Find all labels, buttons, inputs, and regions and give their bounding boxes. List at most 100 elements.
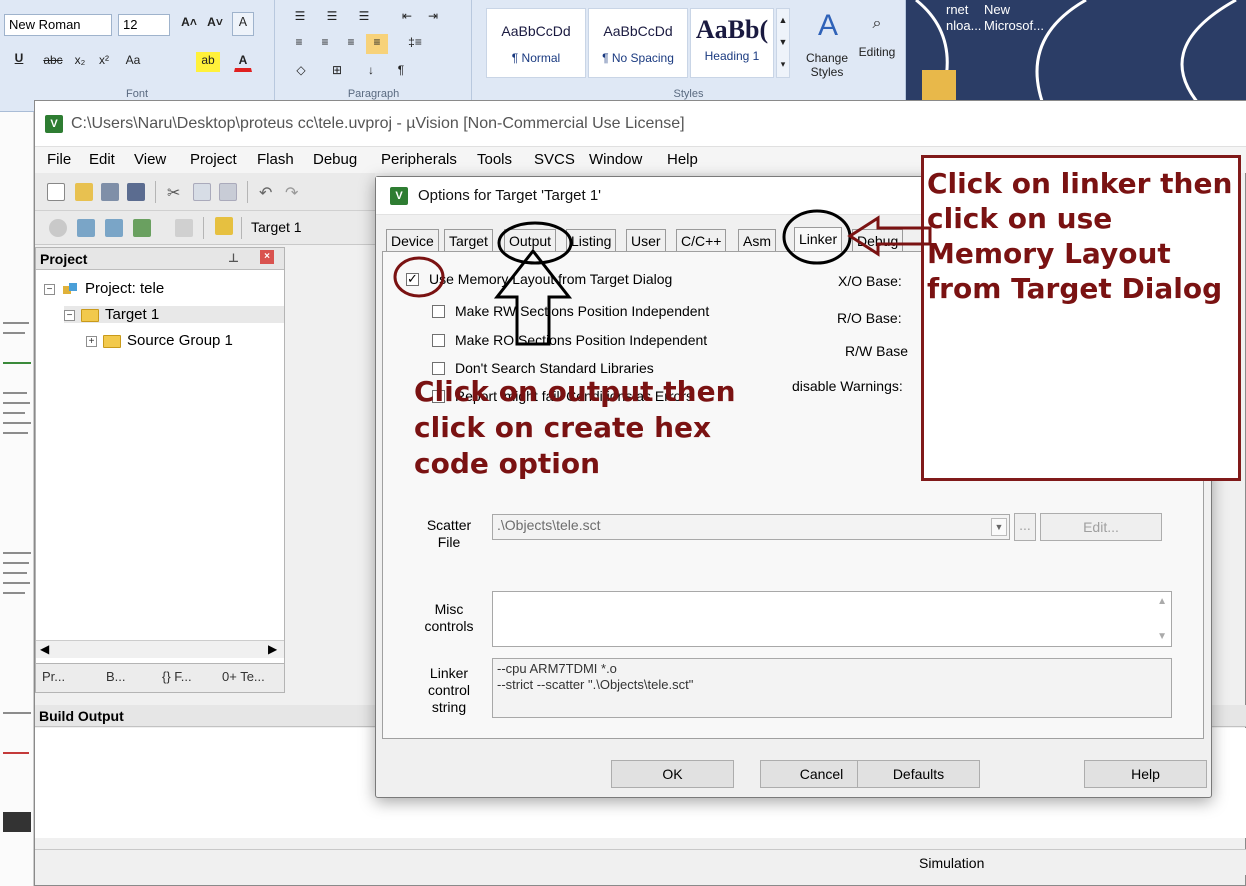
save-all-icon[interactable] [127, 183, 145, 201]
tab-project[interactable]: Pr... [42, 669, 65, 684]
justify-icon[interactable]: ≡ [366, 34, 388, 54]
change-case-icon[interactable]: Aa [120, 52, 146, 72]
rw-position-independent-checkbox[interactable] [432, 305, 445, 318]
tab-user[interactable]: User [626, 229, 666, 251]
menu-view[interactable]: View [134, 151, 166, 168]
menu-window[interactable]: Window [589, 151, 642, 168]
menu-tools[interactable]: Tools [477, 151, 512, 168]
tree-item-target[interactable]: − Target 1 [64, 306, 284, 323]
tab-listing[interactable]: Listing [566, 229, 617, 251]
change-styles-icon[interactable]: A [804, 8, 852, 48]
collapse-icon[interactable]: − [44, 283, 55, 295]
borders-icon[interactable]: ⊞ [322, 62, 352, 82]
font-color-icon[interactable]: A [234, 52, 252, 72]
help-button[interactable]: Help [1084, 760, 1207, 788]
translate-icon[interactable] [49, 219, 67, 237]
browse-scatter-button[interactable]: ... [1014, 513, 1036, 541]
bullets-icon[interactable]: ☰ [288, 8, 312, 28]
ro-position-independent-checkbox[interactable] [432, 334, 445, 347]
tab-c-cpp[interactable]: C/C++ [676, 229, 727, 251]
collapse-icon[interactable]: − [64, 309, 75, 321]
uvision-title-bar[interactable]: V C:\Users\Naru\Desktop\proteus cc\tele.… [35, 101, 1246, 147]
scroll-up-icon[interactable]: ▲ [1157, 596, 1167, 607]
shrink-font-icon[interactable]: A˅ [204, 14, 226, 36]
scroll-left-icon[interactable]: ◀ [40, 642, 49, 656]
menu-debug[interactable]: Debug [313, 151, 357, 168]
change-styles-button[interactable]: Change Styles [794, 50, 860, 84]
undo-icon[interactable]: ↶ [259, 183, 277, 202]
font-name-box[interactable]: New Roman [4, 14, 112, 36]
pin-icon[interactable]: ⊥ [228, 251, 239, 265]
cut-icon[interactable]: ✂ [167, 183, 185, 202]
sort-icon[interactable]: ↓ [360, 62, 382, 82]
menu-peripherals[interactable]: Peripherals [381, 151, 457, 168]
line-spacing-icon[interactable]: ‡≡ [400, 34, 430, 54]
desktop-icon-label[interactable]: rnet nloa... [946, 2, 981, 34]
use-memory-layout-option[interactable]: Use Memory Layout from Target Dialog [406, 271, 672, 287]
desktop-icon-label[interactable]: New Microsof... [984, 2, 1044, 34]
dropdown-arrow-icon[interactable]: ▼ [991, 518, 1007, 536]
edit-scatter-button[interactable]: Edit... [1040, 513, 1162, 541]
clear-format-icon[interactable]: Ａ [232, 12, 254, 36]
highlight-icon[interactable]: ab [196, 52, 220, 72]
multilevel-list-icon[interactable]: ☰ [352, 8, 376, 28]
font-size-box[interactable]: 12 [118, 14, 170, 36]
superscript-icon[interactable]: x² [94, 52, 114, 72]
align-right-icon[interactable]: ≡ [340, 34, 362, 54]
tab-output[interactable]: Output [504, 229, 557, 251]
align-center-icon[interactable]: ≡ [314, 34, 336, 54]
subscript-icon[interactable]: x₂ [70, 52, 90, 72]
open-file-icon[interactable] [75, 183, 93, 201]
menu-file[interactable]: File [47, 151, 71, 168]
ok-button[interactable]: OK [611, 760, 734, 788]
misc-controls-input[interactable]: ▲ ▼ [492, 591, 1172, 647]
tree-item-project[interactable]: − Project: tele [44, 280, 164, 297]
tab-templates[interactable]: 0+ Te... [222, 669, 265, 684]
scroll-right-icon[interactable]: ▶ [268, 642, 277, 656]
menu-svcs[interactable]: SVCS [534, 151, 575, 168]
expand-icon[interactable]: + [86, 335, 97, 347]
save-icon[interactable] [101, 183, 119, 201]
tab-asm[interactable]: Asm [738, 229, 776, 251]
increase-indent-icon[interactable]: ⇥ [422, 8, 444, 28]
tab-debug[interactable]: Debug [852, 229, 904, 251]
rebuild-icon[interactable] [105, 219, 123, 237]
tab-target[interactable]: Target [444, 229, 493, 251]
horizontal-scrollbar[interactable]: ◀ ▶ [36, 640, 284, 658]
editing-button[interactable]: ⌕ Editing [854, 8, 900, 84]
paste-icon[interactable] [219, 183, 237, 201]
underline-icon[interactable]: U [10, 50, 28, 72]
stop-build-icon[interactable] [175, 219, 193, 237]
close-icon[interactable]: × [260, 250, 274, 264]
redo-icon[interactable]: ↷ [285, 183, 303, 202]
target-select[interactable]: Target 1 [251, 219, 302, 235]
download-icon[interactable] [215, 217, 233, 235]
numbering-icon[interactable]: ☰ [320, 8, 344, 28]
show-marks-icon[interactable]: ¶ [390, 62, 412, 82]
scatter-file-input[interactable]: .\Objects\tele.sct ▼ [492, 514, 1010, 540]
tree-item-source-group[interactable]: + Source Group 1 [86, 332, 233, 349]
grow-font-icon[interactable]: A˄ [178, 14, 200, 36]
linker-control-string[interactable]: --cpu ARM7TDMI *.o --strict --scatter ".… [492, 658, 1172, 718]
tab-linker[interactable]: Linker [794, 227, 843, 252]
copy-icon[interactable] [193, 183, 211, 201]
menu-edit[interactable]: Edit [89, 151, 115, 168]
menu-help[interactable]: Help [667, 151, 698, 168]
build-icon[interactable] [77, 219, 95, 237]
styles-scroll-icon[interactable]: ▲ ▼ ▾ [776, 8, 790, 78]
menu-flash[interactable]: Flash [257, 151, 294, 168]
style-no-spacing[interactable]: AaBbCcDd ¶ No Spacing [588, 8, 688, 78]
shading-icon[interactable]: ◇ [286, 62, 316, 82]
menu-project[interactable]: Project [190, 151, 237, 168]
rw-position-independent-option[interactable]: Make RW Sections Position Independent [432, 303, 709, 319]
align-left-icon[interactable]: ≡ [288, 34, 310, 54]
style-heading-1[interactable]: AaBb( Heading 1 [690, 8, 774, 78]
use-memory-layout-checkbox[interactable] [406, 271, 419, 287]
scroll-down-icon[interactable]: ▼ [1157, 631, 1167, 642]
ro-position-independent-option[interactable]: Make RO Sections Position Independent [432, 332, 707, 348]
decrease-indent-icon[interactable]: ⇤ [396, 8, 418, 28]
style-normal[interactable]: AaBbCcDd ¶ Normal [486, 8, 586, 78]
batch-build-icon[interactable] [133, 219, 151, 237]
tab-functions[interactable]: {} F... [162, 669, 192, 684]
defaults-button[interactable]: Defaults [857, 760, 980, 788]
